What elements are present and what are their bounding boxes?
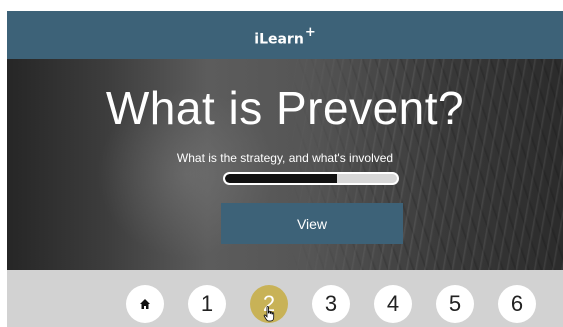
hand-cursor-icon — [263, 306, 275, 322]
view-button[interactable]: View — [221, 203, 403, 244]
home-button[interactable] — [126, 285, 164, 323]
page-button-6[interactable]: 6 — [498, 285, 536, 323]
page-button-5[interactable]: 5 — [436, 285, 474, 323]
brand-plus: + — [304, 24, 316, 40]
app-frame: iLearn+ What is Prevent? What is the str… — [7, 11, 563, 327]
page-button-4[interactable]: 4 — [374, 285, 412, 323]
page-button-1[interactable]: 1 — [188, 285, 226, 323]
brand-name: iLearn — [254, 31, 304, 48]
page-navigation: 1 2 3 4 5 6 — [7, 270, 563, 327]
page-button-3[interactable]: 3 — [312, 285, 350, 323]
brand-logo: iLearn+ — [254, 24, 316, 48]
page-subtitle: What is the strategy, and what's involve… — [176, 151, 394, 165]
page-title: What is Prevent? — [105, 82, 465, 134]
top-bar: iLearn+ — [7, 11, 563, 59]
home-icon — [140, 299, 150, 309]
hero-banner: What is Prevent? What is the strategy, a… — [7, 59, 563, 270]
progress-bar — [223, 172, 399, 185]
progress-bar-fill — [225, 174, 337, 183]
